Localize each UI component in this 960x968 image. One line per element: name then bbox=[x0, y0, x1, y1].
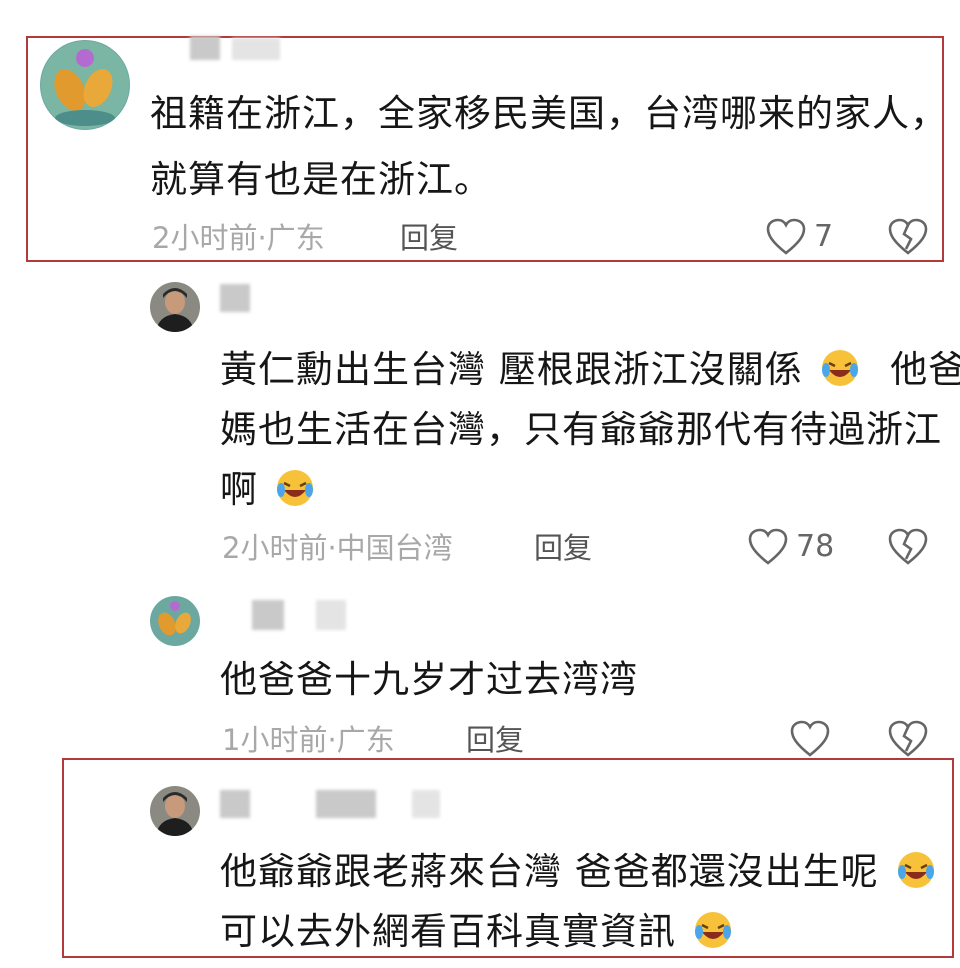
comment-location: 广东 bbox=[336, 723, 395, 757]
comment-time: 2小时前 bbox=[152, 221, 258, 255]
heart-icon bbox=[790, 720, 830, 757]
comment-text-segment: 黃仁勳出生台灣 壓根跟浙江沒關係 bbox=[220, 348, 803, 391]
comment-meta: 2小时前·中国台湾 bbox=[222, 530, 453, 566]
avatar-fish-image bbox=[40, 40, 130, 130]
like-button[interactable]: 7 bbox=[766, 218, 833, 256]
laughing-crying-emoji bbox=[275, 466, 315, 526]
username-redacted bbox=[316, 600, 346, 630]
broken-heart-icon bbox=[888, 218, 928, 255]
comment-text-line: 媽也生活在台灣，只有爺爺那代有待過浙江 bbox=[220, 408, 942, 451]
comment-meta: 1小时前·广东 bbox=[222, 722, 395, 758]
comment-text-line: 啊 bbox=[220, 460, 315, 526]
username-redacted bbox=[316, 790, 376, 818]
dislike-button[interactable] bbox=[888, 528, 928, 570]
separator: · bbox=[327, 531, 337, 565]
comment-text-line: 他爸爸十九岁才过去湾湾 bbox=[220, 658, 638, 701]
comment-text-segment: 他爸 bbox=[890, 348, 960, 391]
comment-text-line: 祖籍在浙江，全家移民美国，台湾哪来的家人， bbox=[150, 92, 948, 135]
dislike-button[interactable] bbox=[888, 218, 928, 260]
comment-text-line: 可以去外網看百科真實資訊 bbox=[220, 902, 733, 968]
like-count: 78 bbox=[796, 529, 835, 564]
broken-heart-icon bbox=[888, 720, 928, 757]
comment-time: 1小时前 bbox=[222, 723, 328, 757]
username-redacted bbox=[252, 600, 284, 630]
laughing-crying-emoji bbox=[693, 908, 733, 968]
comment-location: 中国台湾 bbox=[336, 531, 453, 565]
username-redacted bbox=[232, 38, 280, 60]
comment-text-line: 黃仁勳出生台灣 壓根跟浙江沒關係 他爸 bbox=[220, 340, 960, 406]
username-redacted bbox=[220, 790, 250, 818]
dislike-button[interactable] bbox=[888, 720, 928, 762]
comment-meta: 2小时前·广东 bbox=[152, 220, 325, 256]
username-redacted bbox=[220, 284, 250, 312]
laughing-crying-emoji bbox=[820, 346, 860, 406]
avatar-person-image bbox=[150, 282, 200, 332]
heart-icon bbox=[766, 218, 806, 255]
comment-text-line: 就算有也是在浙江。 bbox=[150, 158, 492, 201]
username-redacted bbox=[412, 790, 440, 818]
comment-text-segment: 啊 bbox=[220, 468, 258, 511]
avatar-person-image bbox=[150, 786, 200, 836]
like-count: 7 bbox=[814, 219, 834, 254]
comment-text-line: 他爺爺跟老蔣來台灣 爸爸都還沒出生呢 bbox=[220, 842, 936, 908]
broken-heart-icon bbox=[888, 528, 928, 565]
reply-button[interactable]: 回复 bbox=[466, 722, 524, 758]
avatar[interactable] bbox=[40, 40, 130, 130]
laughing-crying-emoji bbox=[896, 848, 936, 908]
comment-location: 广东 bbox=[266, 221, 325, 255]
like-button[interactable]: 78 bbox=[748, 528, 834, 566]
separator: · bbox=[257, 221, 267, 255]
comment-time: 2小时前 bbox=[222, 531, 328, 565]
heart-icon bbox=[748, 528, 788, 565]
separator: · bbox=[327, 723, 337, 757]
reply-button[interactable]: 回复 bbox=[534, 530, 592, 566]
avatar[interactable] bbox=[150, 786, 200, 836]
comment-text-segment: 他爺爺跟老蔣來台灣 爸爸都還沒出生呢 bbox=[220, 850, 879, 893]
avatar[interactable] bbox=[150, 282, 200, 332]
username-redacted bbox=[190, 36, 220, 60]
reply-button[interactable]: 回复 bbox=[400, 220, 458, 256]
avatar-fish-image bbox=[150, 596, 200, 646]
like-button[interactable] bbox=[790, 720, 838, 758]
comment-text-segment: 可以去外網看百科真實資訊 bbox=[220, 910, 676, 953]
avatar[interactable] bbox=[150, 596, 200, 646]
